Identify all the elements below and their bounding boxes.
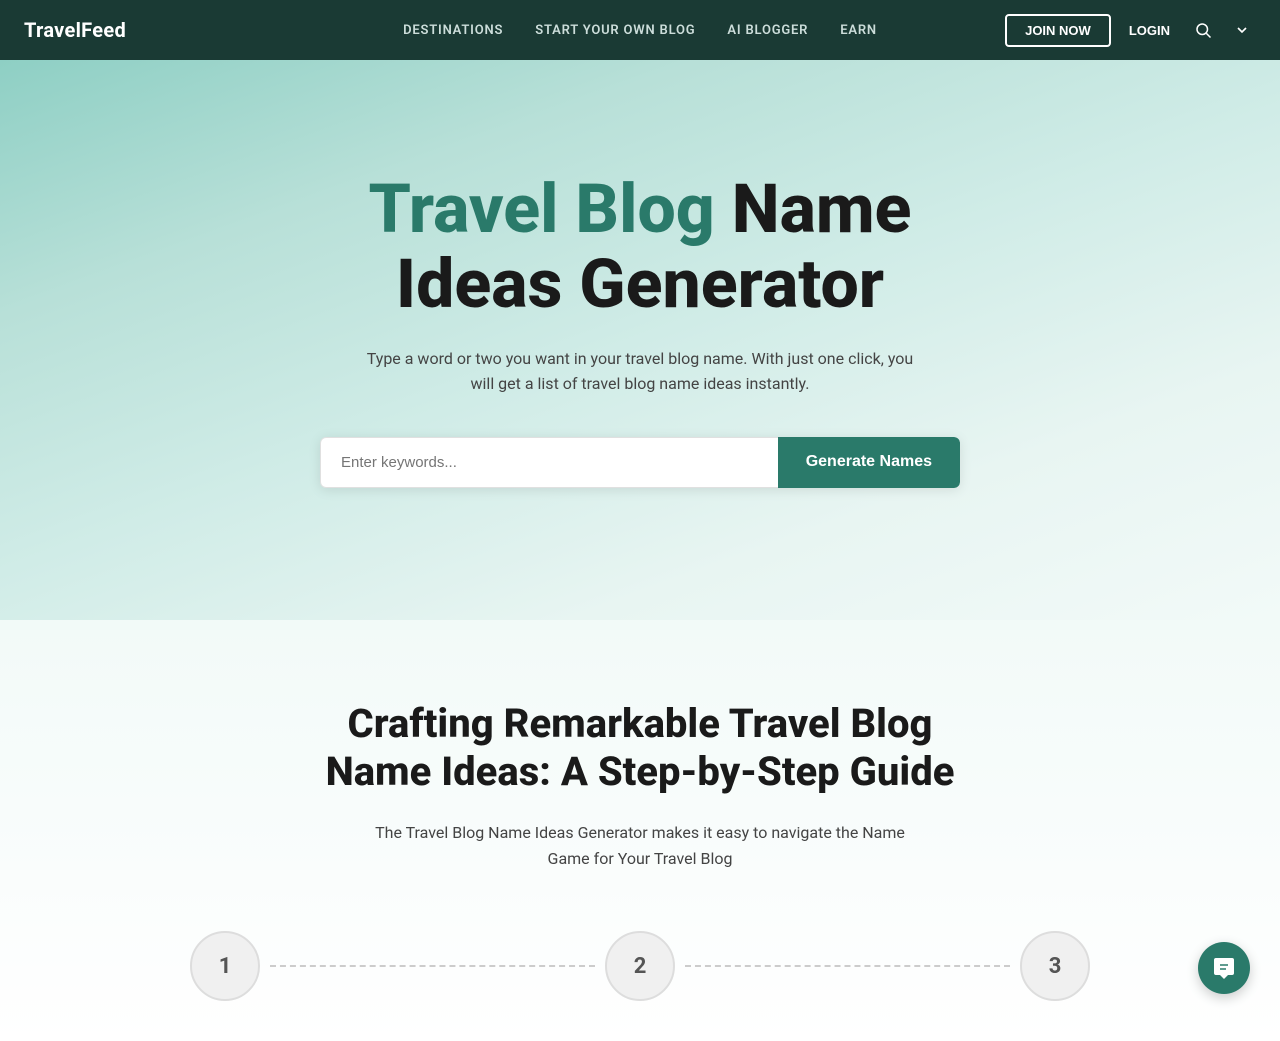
generate-names-button[interactable]: Generate Names [778, 437, 960, 488]
login-button[interactable]: LOGIN [1121, 16, 1178, 45]
step-connector-1-2 [270, 965, 595, 967]
step-connector-2-3 [685, 965, 1010, 967]
chevron-down-icon [1234, 22, 1250, 38]
section-subtitle: The Travel Blog Name Ideas Generator mak… [360, 820, 920, 871]
navbar-actions: JOIN NOW LOGIN [1005, 14, 1256, 47]
navbar: TravelFeed DESTINATIONS START YOUR OWN B… [0, 0, 1280, 60]
nav-links: DESTINATIONS START YOUR OWN BLOG AI BLOG… [403, 23, 877, 38]
step-1-circle: 1 [190, 931, 260, 1001]
search-button[interactable] [1188, 15, 1218, 45]
nav-link-start-blog[interactable]: START YOUR OWN BLOG [535, 23, 695, 38]
step-3-circle: 3 [1020, 931, 1090, 1001]
nav-link-ai-blogger[interactable]: AI BLOGGER [727, 23, 808, 38]
hero-subtitle: Type a word or two you want in your trav… [360, 346, 920, 397]
hero-section: Travel Blog Name Ideas Generator Type a … [0, 60, 1280, 620]
brand-logo[interactable]: TravelFeed [24, 18, 126, 42]
chat-icon [1212, 956, 1236, 980]
hero-title: Travel Blog Name Ideas Generator [290, 172, 990, 322]
nav-link-earn[interactable]: EARN [840, 23, 877, 38]
search-bar: Generate Names [320, 437, 960, 488]
section-title: Crafting Remarkable Travel Blog Name Ide… [290, 700, 990, 796]
chat-button[interactable] [1198, 942, 1250, 994]
nav-link-destinations[interactable]: DESTINATIONS [403, 23, 503, 38]
step-2-circle: 2 [605, 931, 675, 1001]
join-now-button[interactable]: JOIN NOW [1005, 14, 1111, 47]
keyword-input[interactable] [320, 437, 778, 488]
hero-title-highlight: Travel Blog [369, 169, 715, 249]
steps-row: 1 2 3 [190, 931, 1090, 1001]
content-section: Crafting Remarkable Travel Blog Name Ide… [0, 620, 1280, 1041]
search-icon [1194, 21, 1212, 39]
chevron-down-button[interactable] [1228, 16, 1256, 44]
